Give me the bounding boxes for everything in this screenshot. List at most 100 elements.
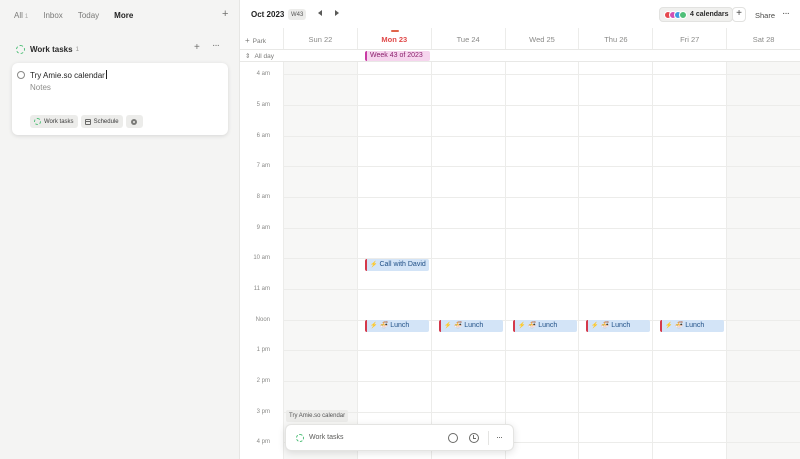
grid-line	[283, 381, 800, 382]
day-header-sat[interactable]: Sat 28	[726, 28, 800, 49]
event-emoji: 🍜	[674, 322, 684, 329]
all-day-label: ⇕ All day	[245, 53, 274, 60]
day-header-thu[interactable]: Thu 26	[578, 28, 652, 49]
month-title[interactable]: Oct 2023	[251, 10, 284, 19]
hour-label: Noon	[255, 317, 270, 323]
expand-icon[interactable]: ⇕	[245, 53, 250, 60]
calendar-event[interactable]: ⚡ 🍜 Lunch	[439, 320, 503, 332]
complete-circle-icon[interactable]	[448, 433, 458, 443]
grid-line	[505, 62, 506, 459]
list-count: 1	[75, 45, 80, 53]
bolt-icon: ⚡	[665, 323, 673, 329]
calendars-label: 4 calendars	[690, 11, 729, 18]
add-task-button[interactable]: +	[194, 42, 200, 53]
grid-line	[357, 62, 358, 459]
tab-more[interactable]: More	[114, 11, 133, 20]
hour-label: 5 am	[256, 102, 270, 108]
calendar-icon	[84, 118, 91, 125]
hour-label: 7 am	[256, 163, 270, 169]
hour-label: 3 pm	[256, 409, 270, 415]
day-header-wed[interactable]: Wed 25	[504, 28, 579, 49]
chevron-right-icon[interactable]	[335, 10, 339, 16]
share-button[interactable]: Share	[755, 11, 775, 20]
list-ring-icon	[34, 118, 41, 125]
time-grid[interactable]: 4 am 5 am 6 am 7 am 8 am 9 am 10 am 11 a…	[240, 62, 800, 459]
all-day-event[interactable]: Week 43 of 2023	[365, 51, 430, 61]
chevron-left-icon[interactable]	[318, 10, 322, 16]
schedule-chip[interactable]: Schedule	[80, 115, 123, 128]
list-more-button[interactable]: ···	[212, 40, 220, 51]
calendar-view: Oct 2023 W43 4 calendars + Share ··· + Pa…	[240, 0, 800, 459]
bolt-icon: ⚡	[518, 323, 526, 329]
task-checkbox[interactable]	[17, 71, 25, 79]
floating-more-button[interactable]: ···	[496, 432, 503, 442]
calendar-more-button[interactable]: ···	[782, 8, 790, 19]
bolt-icon: ⚡	[370, 323, 378, 329]
drag-tooltip: Try Amie.so calendar	[286, 410, 349, 422]
calendars-button[interactable]: 4 calendars	[659, 7, 733, 22]
list-ring-icon	[16, 44, 25, 54]
grid-line	[652, 62, 653, 459]
grid-line	[283, 136, 800, 137]
top-nav: All 1 Inbox Today More	[14, 10, 148, 20]
grid-line	[283, 62, 284, 459]
list-header: Work tasks 1 + ···	[16, 40, 224, 55]
hour-label: 10 am	[253, 255, 270, 261]
event-emoji: 🍜	[600, 322, 610, 329]
grid-line	[431, 62, 432, 459]
tab-all-count: 1	[24, 13, 29, 20]
list-title[interactable]: Work tasks	[30, 45, 73, 54]
task-notes-input[interactable]: Notes	[30, 83, 51, 92]
today-marker	[390, 30, 399, 32]
add-list-button[interactable]: +	[222, 9, 228, 20]
bolt-icon: ⚡	[444, 323, 452, 329]
event-emoji: 🍜	[453, 322, 463, 329]
calendar-toolbar: Oct 2023 W43 4 calendars + Share ···	[240, 0, 800, 28]
calendar-color-dot	[679, 10, 687, 19]
calendar-event[interactable]: ⚡ 🍜 Lunch	[365, 320, 429, 332]
calendar-event[interactable]: ⚡ Call with David	[365, 259, 429, 271]
weekend-shade	[283, 62, 357, 459]
hour-label: 2 pm	[256, 378, 270, 384]
all-day-row[interactable]: ⇕ All day Week 43 of 2023	[240, 49, 800, 62]
calendar-event[interactable]: ⚡ 🍜 Lunch	[586, 320, 650, 332]
hour-label: 9 am	[256, 225, 270, 231]
day-header-mon[interactable]: Mon 23	[356, 28, 431, 49]
task-title-input[interactable]: Try Amie.so calendar	[30, 70, 107, 80]
day-header-fri[interactable]: Fri 27	[652, 28, 726, 49]
list-chip[interactable]: Work tasks	[30, 115, 78, 128]
hour-label: 8 am	[256, 194, 270, 200]
grid-line	[283, 105, 800, 106]
day-header-tue[interactable]: Tue 24	[430, 28, 505, 49]
park-toggle[interactable]: + Park	[245, 36, 266, 45]
floating-list-label[interactable]: Work tasks	[309, 434, 344, 441]
tab-all[interactable]: All 1	[14, 11, 28, 20]
grid-line	[283, 350, 800, 351]
hour-label: 4 am	[256, 71, 270, 77]
gear-icon	[131, 118, 138, 125]
calendar-event[interactable]: ⚡ 🍜 Lunch	[513, 320, 577, 332]
tab-today[interactable]: Today	[78, 11, 99, 20]
grid-line	[578, 62, 579, 459]
bolt-icon: ⚡	[591, 323, 599, 329]
add-calendar-button[interactable]: +	[732, 7, 746, 22]
calendar-event[interactable]: ⚡ 🍜 Lunch	[660, 320, 724, 332]
grid-line	[283, 228, 800, 229]
task-chips: Work tasks Schedule	[30, 115, 146, 128]
week-badge: W43	[288, 9, 307, 20]
snooze-clock-icon[interactable]	[469, 433, 479, 443]
weekend-shade	[726, 62, 800, 459]
bolt-icon: ⚡	[370, 262, 378, 268]
grid-line	[726, 62, 727, 459]
day-headers: Sun 22 Mon 23 Tue 24 Wed 25 Thu 26 Fri 2…	[283, 28, 800, 49]
day-header-sun[interactable]: Sun 22	[283, 28, 357, 49]
grid-line	[283, 197, 800, 198]
settings-chip[interactable]	[125, 115, 143, 128]
grid-line	[283, 166, 800, 167]
task-card[interactable]: Try Amie.so calendar Notes Work tasks Sc…	[12, 63, 228, 135]
floating-task-bar[interactable]: Work tasks ···	[285, 424, 514, 451]
hour-label: 6 am	[256, 133, 270, 139]
tab-inbox[interactable]: Inbox	[43, 11, 63, 20]
divider	[488, 431, 489, 445]
grid-line	[283, 412, 800, 413]
